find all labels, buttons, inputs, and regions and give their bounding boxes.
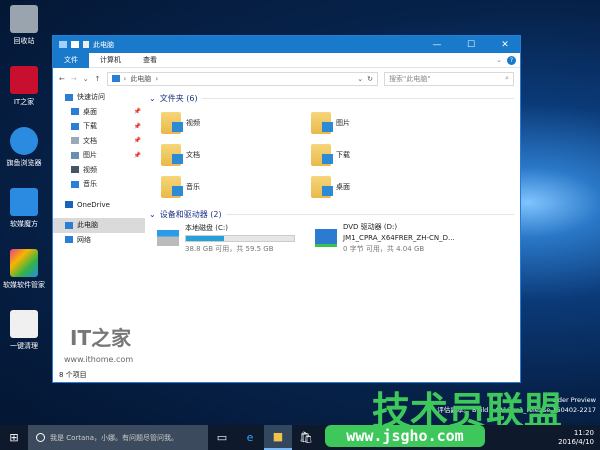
search-input[interactable]: 搜索"此电脑" ⌕ <box>384 71 514 86</box>
nav-item-icon <box>71 137 79 145</box>
desktop-icon-ithome[interactable]: IT之家 <box>0 66 48 107</box>
folder-icon <box>161 112 183 134</box>
nav-item-icon <box>65 93 73 101</box>
nav-item-icon <box>65 221 73 229</box>
breadcrumb[interactable]: 此电脑 <box>130 74 151 84</box>
drive-d[interactable]: DVD 驱动器 (D:) JM1_CPRA_X64FRER_ZH-CN_D...… <box>315 222 465 254</box>
desktop-icon-recycle-bin[interactable]: 回收站 <box>0 5 48 46</box>
pin-icon: 📌 <box>133 137 141 145</box>
start-button[interactable]: ⊞ <box>0 425 28 450</box>
recycle-bin-icon <box>10 5 38 33</box>
nav-item-icon <box>65 201 73 209</box>
folder-item[interactable]: 图片 <box>311 110 461 136</box>
ithome-watermark: IT之家 <box>70 326 132 350</box>
nav-item-1[interactable]: 桌面 📌 <box>53 105 145 120</box>
drive-c[interactable]: 本地磁盘 (C:) 38.8 GB 可用，共 59.5 GB <box>157 222 307 254</box>
nav-item-0[interactable]: 快速访问 <box>53 90 145 105</box>
pin-icon: 📌 <box>133 108 141 116</box>
nav-item-icon <box>71 108 79 116</box>
nav-item-8[interactable]: 此电脑 <box>53 218 145 233</box>
pin-icon: 📌 <box>133 122 141 130</box>
up-icon[interactable]: ↑ <box>95 75 101 83</box>
tab-file[interactable]: 文件 <box>53 52 89 68</box>
forward-icon[interactable]: → <box>71 75 77 83</box>
tab-view[interactable]: 查看 <box>132 53 168 68</box>
window-title: 此电脑 <box>93 40 114 49</box>
nav-item-9[interactable]: 网络 <box>53 233 145 248</box>
drive-usage-bar <box>185 234 295 242</box>
close-button[interactable]: ✕ <box>490 40 520 50</box>
folder-item[interactable]: 音乐 <box>161 174 311 200</box>
title-bar: 此电脑 — ☐ ✕ <box>53 36 520 53</box>
new-folder-icon[interactable] <box>83 41 89 48</box>
ribbon: 文件 计算机 查看 ⌄ ? <box>53 52 520 68</box>
status-bar: 8 个项目 <box>59 371 87 379</box>
desktop-icon-cleanup[interactable]: 一键清理 <box>0 310 48 351</box>
back-icon[interactable]: ← <box>59 75 65 83</box>
help-icon[interactable]: ? <box>507 55 516 65</box>
tab-computer[interactable]: 计算机 <box>89 53 132 68</box>
file-explorer-icon[interactable]: ■ <box>264 425 292 450</box>
search-icon: ⌕ <box>505 74 509 82</box>
nav-item-7[interactable]: OneDrive <box>53 198 145 213</box>
nav-item-icon <box>71 151 79 159</box>
maximize-button[interactable]: ☐ <box>456 40 486 50</box>
cleanup-icon <box>10 310 38 338</box>
dropdown-icon[interactable]: ⌄ <box>357 75 363 83</box>
dvd-drive-icon <box>315 229 337 247</box>
store-icon[interactable]: 🛍 <box>292 425 320 450</box>
folders-header[interactable]: ⌄ 文件夹 (6) <box>149 90 514 106</box>
nav-item-6[interactable]: 音乐 <box>53 177 145 192</box>
mofang-icon <box>10 188 38 216</box>
nav-item-2[interactable]: 下载 📌 <box>53 119 145 134</box>
nav-item-4[interactable]: 图片 📌 <box>53 148 145 163</box>
folder-item[interactable]: 桌面 <box>311 174 461 200</box>
folder-icon <box>161 176 183 198</box>
clock[interactable]: 11:20 2016/4/10 <box>558 429 594 447</box>
ithome-url: www.ithome.com <box>64 355 134 364</box>
minimize-button[interactable]: — <box>422 40 452 50</box>
refresh-icon[interactable]: ↻ <box>367 75 373 83</box>
nav-item-icon <box>71 166 79 174</box>
nav-item-icon <box>71 180 79 188</box>
pin-icon: 📌 <box>133 151 141 159</box>
hard-drive-icon <box>157 230 179 246</box>
folder-icon <box>311 176 333 198</box>
folder-item[interactable]: 下载 <box>311 142 461 168</box>
drives-header[interactable]: ⌄ 设备和驱动器 (2) <box>149 206 514 222</box>
software-manager-icon <box>10 249 38 277</box>
desktop-icon-browser[interactable]: 旗鱼浏览器 <box>0 127 48 168</box>
jsgho-url-watermark: www.jsgho.com <box>325 425 485 447</box>
computer-icon <box>111 75 120 82</box>
ithome-icon <box>10 66 38 94</box>
recent-chevron-icon[interactable]: ⌄ <box>83 75 89 83</box>
address-bar[interactable]: › 此电脑 › ⌄ ↻ <box>106 71 378 86</box>
address-row: ← → ⌄ ↑ › 此电脑 › ⌄ ↻ 搜索"此电脑" ⌕ <box>53 68 520 89</box>
folder-icon <box>161 144 183 166</box>
nav-item-icon <box>65 236 73 244</box>
folder-icon <box>311 112 333 134</box>
desktop-icon-software-manager[interactable]: 软媒软件管家 <box>0 249 48 290</box>
task-view-icon[interactable]: ▭ <box>208 425 236 450</box>
desktop-icon-mofang[interactable]: 软媒魔方 <box>0 188 48 229</box>
expand-ribbon-icon[interactable]: ⌄ <box>496 56 502 64</box>
cortana-search[interactable]: 我是 Cortana，小娜。有问题尽管问我。 <box>28 425 208 450</box>
cortana-icon <box>36 433 45 442</box>
computer-icon <box>59 41 67 48</box>
folder-item[interactable]: 文档 <box>161 142 311 168</box>
folder-icon <box>311 144 333 166</box>
edge-icon[interactable]: e <box>236 425 264 450</box>
browser-icon <box>10 127 38 155</box>
properties-icon[interactable] <box>71 41 79 48</box>
nav-item-5[interactable]: 视频 <box>53 163 145 178</box>
nav-item-icon <box>71 122 79 130</box>
content-pane: ⌄ 文件夹 (6) 视频 图片 文档 下载 音乐 桌面 ⌄ 设备和驱动器 (2) 本地磁盘 (… <box>149 90 514 368</box>
taskbar: ⊞ 我是 Cortana，小娜。有问题尽管问我。 ▭ e ■ 🛍 ■ ■ 11:… <box>0 425 600 450</box>
nav-item-3[interactable]: 文档 📌 <box>53 134 145 149</box>
folder-item[interactable]: 视频 <box>161 110 311 136</box>
